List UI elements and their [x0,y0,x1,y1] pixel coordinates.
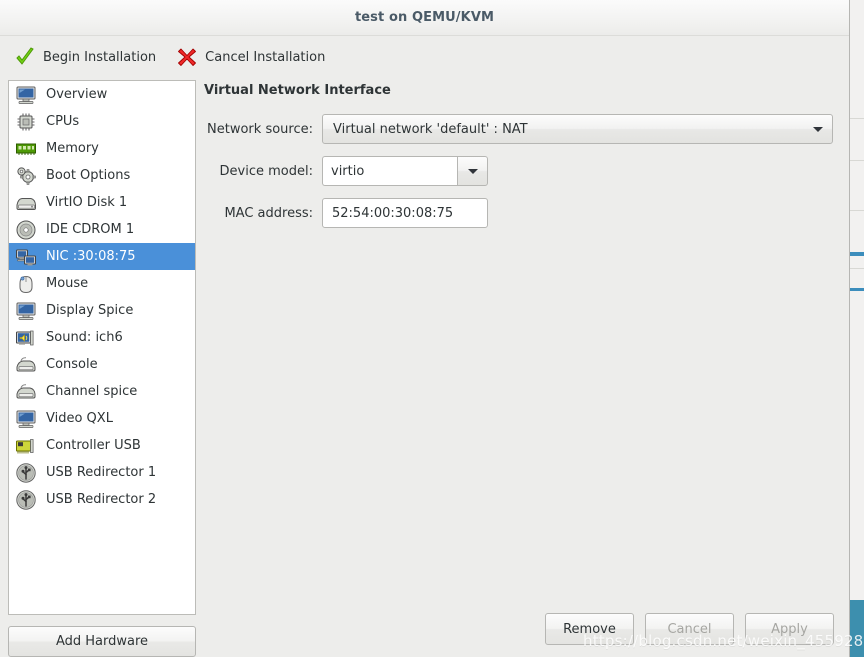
remove-button[interactable]: Remove [545,613,634,645]
background-window-line [850,210,864,211]
sidebar-item-mouse[interactable]: Mouse [9,270,195,297]
sidebar-item-label: NIC :30:08:75 [46,249,136,264]
cancel-installation-button[interactable]: Cancel Installation [174,43,333,71]
gears-icon [15,165,37,187]
sidebar-item-label: Mouse [46,276,89,291]
monitor-icon [15,408,37,430]
sidebar-item-usb-redirector-1[interactable]: USB Redirector 1 [9,459,195,486]
sidebar-item-label: USB Redirector 1 [46,465,157,480]
chevron-down-icon [467,168,478,174]
red-x-icon [176,46,198,68]
sidebar-item-label: CPUs [46,114,80,129]
background-window-line [850,118,864,119]
sidebar-item-label: IDE CDROM 1 [46,222,135,237]
network-source-value: Virtual network 'default' : NAT [333,121,528,137]
sidebar-item-display-spice[interactable]: Display Spice [9,297,195,324]
device-model-select[interactable]: virtio [322,156,488,186]
window-title: test on QEMU/KVM [354,10,495,25]
sidebar-item-label: Display Spice [46,303,134,318]
network-card-icon [15,246,37,268]
detail-panel: Virtual Network Interface Network source… [196,78,849,657]
sidebar-item-virtio-disk-1[interactable]: VirtIO Disk 1 [9,189,195,216]
dialog-content: Overview CPUs Memory Boot Options VirtIO Dis… [0,78,849,657]
sidebar-item-boot-options[interactable]: Boot Options [9,162,195,189]
sidebar-item-channel-spice[interactable]: Channel spice [9,378,195,405]
sidebar-item-label: Sound: ich6 [46,330,123,345]
memory-stick-icon [15,138,37,160]
sidebar-item-label: USB Redirector 2 [46,492,157,507]
usb-plug-icon [15,489,37,511]
harddisk-icon [15,192,37,214]
sidebar-item-usb-redirector-2[interactable]: USB Redirector 2 [9,486,195,513]
sidebar-item-label: Boot Options [46,168,131,183]
vm-details-dialog: test on QEMU/KVM Begin Installation Canc… [0,0,850,657]
toolbar: Begin Installation Cancel Installation [0,36,849,78]
sidebar-item-label: Memory [46,141,99,156]
console-icon [15,381,37,403]
sidebar-item-nic-30-08-75[interactable]: NIC :30:08:75 [9,243,195,270]
sidebar-item-cpus[interactable]: CPUs [9,108,195,135]
sidebar-item-memory[interactable]: Memory [9,135,195,162]
sidebar-item-label: Overview [46,87,108,102]
sidebar-item-label: Video QXL [46,411,113,426]
sidebar-item-ide-cdrom-1[interactable]: IDE CDROM 1 [9,216,195,243]
device-model-label: Device model: [219,163,313,179]
mouse-icon [15,273,37,295]
network-source-label: Network source: [207,121,313,137]
window-titlebar: test on QEMU/KVM [0,0,849,36]
background-window-accent [850,600,864,657]
action-button-group: Remove Cancel Apply [545,613,834,645]
chevron-down-icon [813,126,823,132]
hardware-sidebar: Overview CPUs Memory Boot Options VirtIO Dis… [0,78,196,657]
usb-plug-icon [15,462,37,484]
background-window-accent [850,288,864,291]
cpu-chip-icon [15,111,37,133]
mac-address-input[interactable]: 52:54:00:30:08:75 [322,198,488,228]
background-window-accent [850,252,864,256]
sidebar-item-controller-usb[interactable]: Controller USB [9,432,195,459]
sidebar-item-label: VirtIO Disk 1 [46,195,128,210]
background-window-line [850,268,864,269]
device-model-dropdown-button[interactable] [457,156,488,186]
network-source-row: Network source: Virtual network 'default… [204,114,833,144]
background-window-edge [849,0,864,657]
action-bar: Remove Cancel Apply [0,608,850,657]
sidebar-item-overview[interactable]: Overview [9,81,195,108]
usb-controller-icon [15,435,37,457]
sidebar-item-console[interactable]: Console [9,351,195,378]
console-icon [15,354,37,376]
mac-address-label: MAC address: [224,205,313,221]
begin-installation-button[interactable]: Begin Installation [12,43,164,71]
device-model-row: Device model: virtio [204,156,833,186]
sidebar-item-label: Channel spice [46,384,138,399]
optical-disc-icon [15,219,37,241]
begin-installation-label: Begin Installation [43,49,157,65]
device-model-value[interactable]: virtio [322,156,457,186]
panel-title: Virtual Network Interface [204,83,391,98]
monitor-icon [15,84,37,106]
cancel-installation-label: Cancel Installation [205,49,326,65]
network-source-select[interactable]: Virtual network 'default' : NAT [322,114,833,144]
monitor-icon [15,300,37,322]
apply-button[interactable]: Apply [745,613,834,645]
cancel-button[interactable]: Cancel [645,613,734,645]
green-check-icon [14,46,36,68]
background-window-line [850,160,864,161]
sidebar-item-label: Console [46,357,98,372]
mac-address-row: MAC address: 52:54:00:30:08:75 [204,198,833,228]
sidebar-item-label: Controller USB [46,438,141,453]
hardware-list[interactable]: Overview CPUs Memory Boot Options VirtIO Dis… [8,80,196,615]
sound-card-icon [15,327,37,349]
sidebar-item-video-qxl[interactable]: Video QXL [9,405,195,432]
sidebar-item-sound-ich6[interactable]: Sound: ich6 [9,324,195,351]
